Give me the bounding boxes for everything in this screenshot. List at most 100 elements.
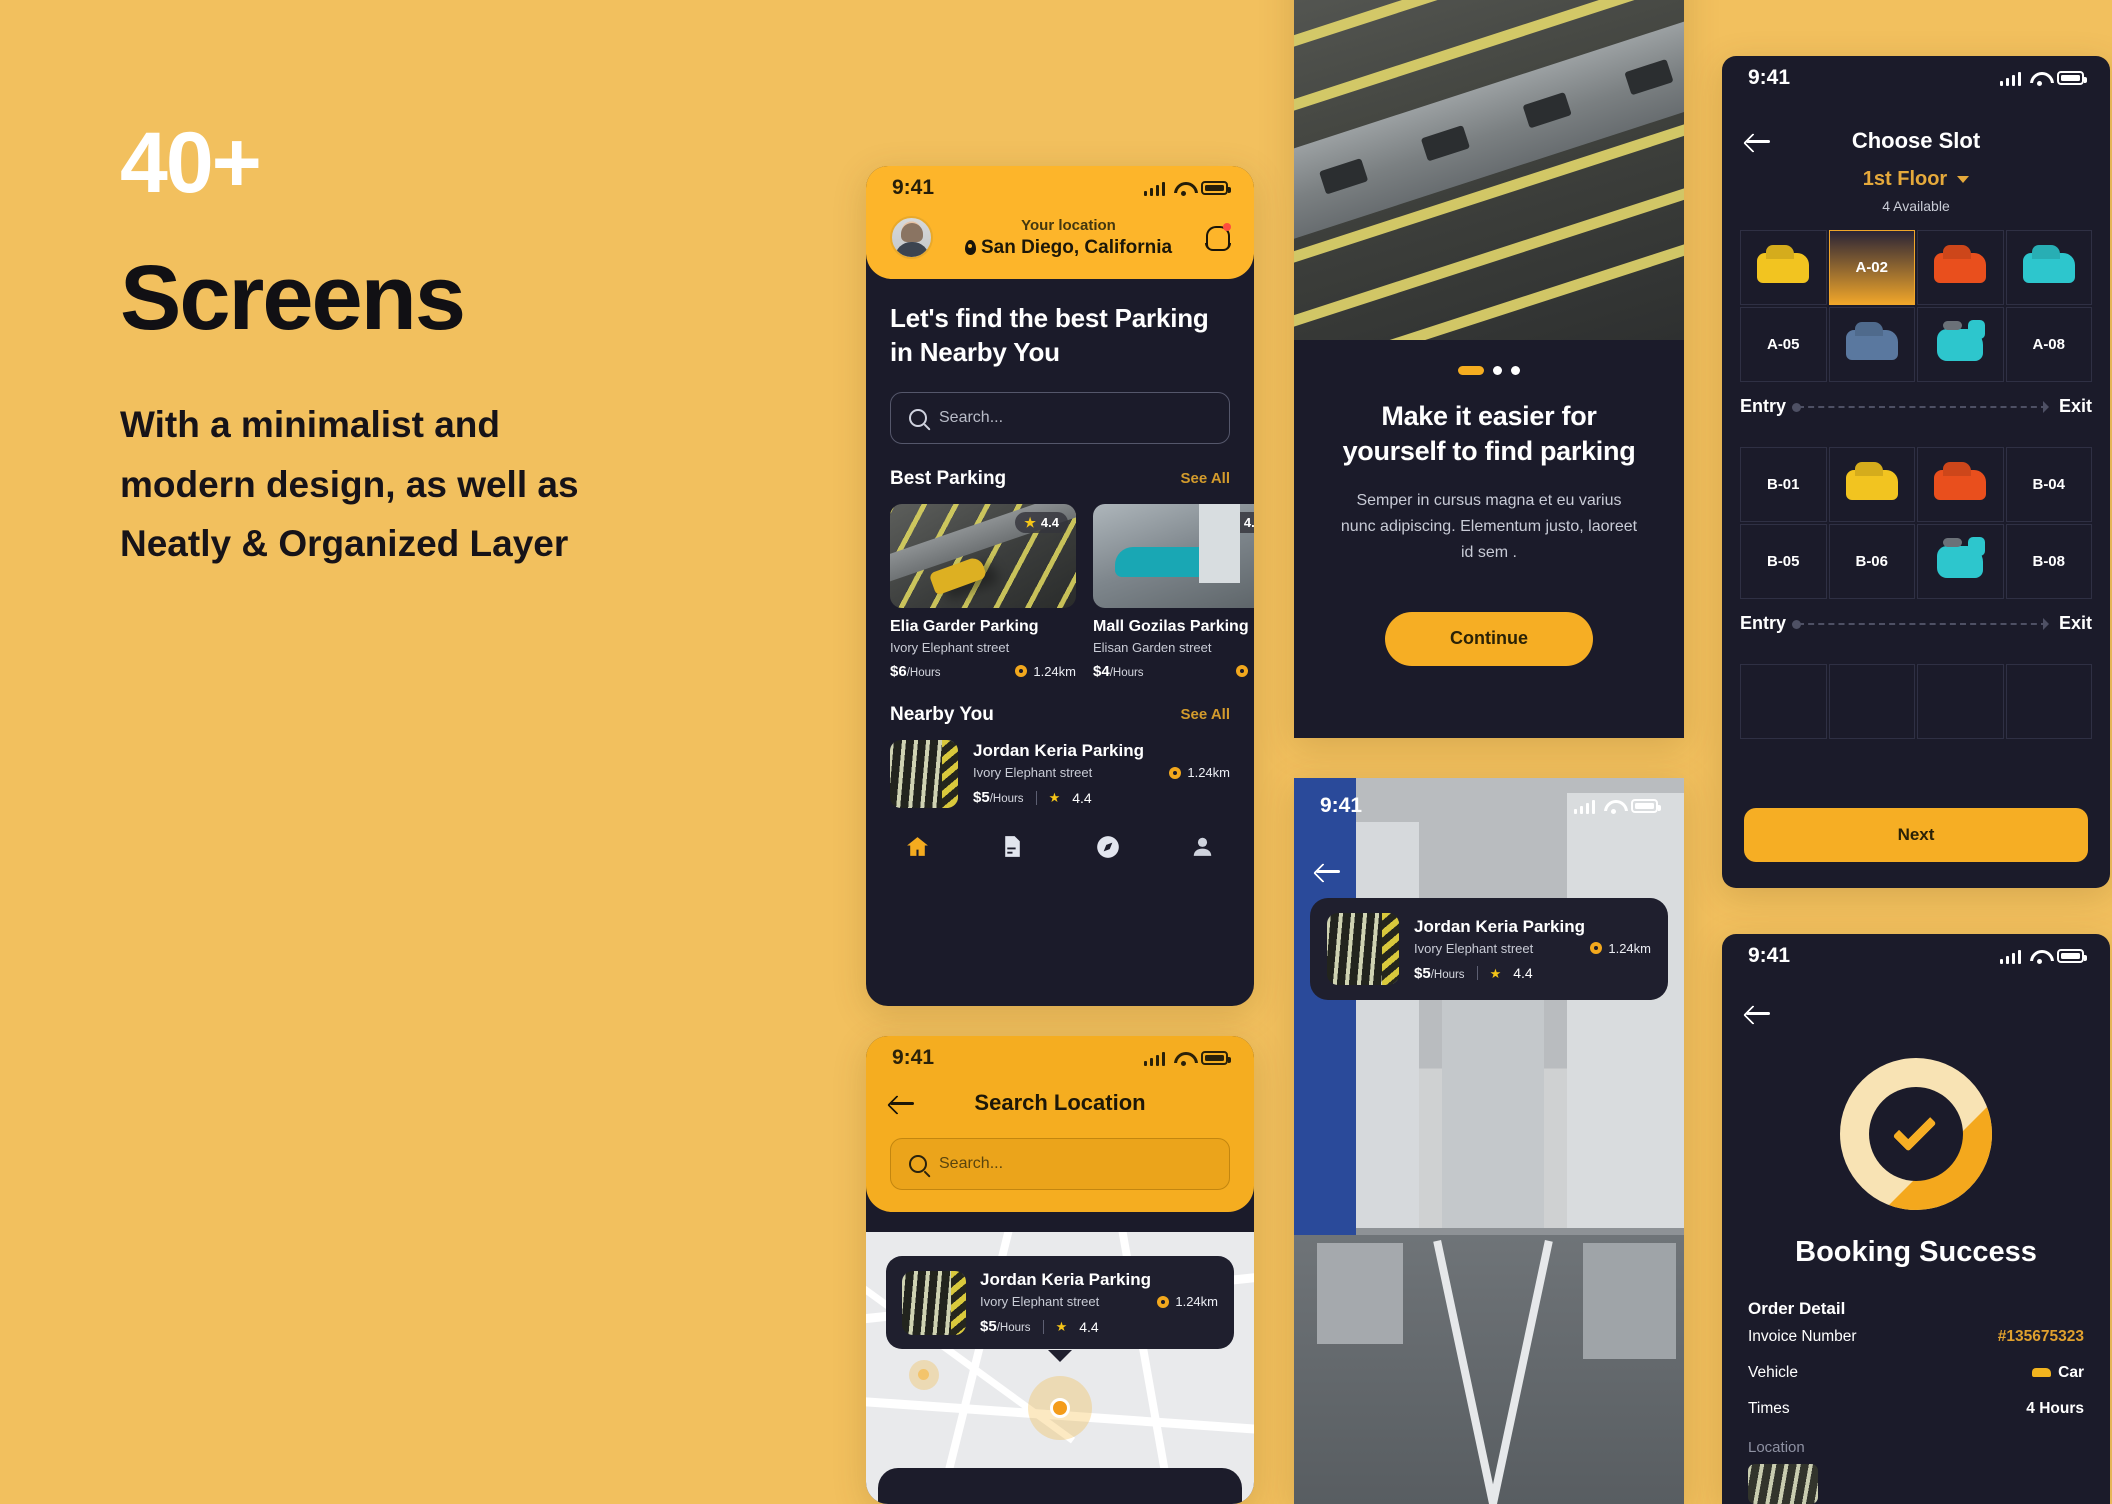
star-icon: ★ bbox=[1055, 1319, 1068, 1334]
parking-price: $5 bbox=[1414, 964, 1431, 982]
parking-name: Mall Gozilas Parking bbox=[1093, 617, 1249, 635]
status-bar: 9:41 bbox=[866, 1036, 1254, 1080]
parking-card[interactable]: ★ 4.4 Elia Garder Parking Ivory Elephant … bbox=[890, 503, 1076, 680]
location-value-row[interactable]: San Diego, California bbox=[943, 237, 1194, 259]
map-callout-card[interactable]: Jordan Keria Parking Ivory Elephant stre… bbox=[886, 1256, 1234, 1349]
back-arrow-icon[interactable] bbox=[1746, 132, 1772, 150]
battery-icon bbox=[1201, 1051, 1231, 1065]
see-all-link-best[interactable]: See All bbox=[1181, 470, 1230, 487]
slot-grid-b: B-01 B-04 B-05 B-06 B-08 bbox=[1722, 447, 2110, 599]
next-button[interactable]: Next bbox=[1744, 808, 2088, 862]
list-item[interactable]: Jordan Keria Parking Ivory Elephant stre… bbox=[890, 739, 1230, 808]
slot-cell[interactable] bbox=[1740, 230, 1827, 305]
slot-cell[interactable] bbox=[1917, 524, 2004, 599]
success-check-illustration bbox=[1840, 1058, 1992, 1210]
floor-selector[interactable]: 1st Floor bbox=[1863, 168, 1970, 191]
page-title: Search Location bbox=[974, 1090, 1146, 1115]
parking-distance: 1.24km bbox=[1608, 940, 1651, 956]
compass-icon bbox=[1096, 835, 1119, 858]
slot-cell[interactable]: B-08 bbox=[2005, 524, 2092, 599]
slot-cell-selected[interactable]: A-02 bbox=[1828, 230, 1915, 305]
street-callout-card[interactable]: Jordan Keria Parking Ivory Elephant stre… bbox=[1310, 898, 1668, 1000]
detail-row: Times 4 Hours bbox=[1722, 1391, 2110, 1427]
slot-cell[interactable] bbox=[1917, 230, 2004, 305]
continue-button[interactable]: Continue bbox=[1385, 611, 1593, 666]
success-inner-circle bbox=[1869, 1087, 1963, 1181]
parking-name: Jordan Keria Parking bbox=[980, 1270, 1152, 1289]
slot-cell[interactable] bbox=[1828, 307, 1915, 382]
location-label: Your location bbox=[1021, 216, 1116, 234]
cellular-signal-icon bbox=[1999, 71, 2021, 86]
status-bar: 9:41 bbox=[866, 166, 1254, 210]
slot-cell[interactable]: A-08 bbox=[2005, 307, 2092, 382]
detail-key: Times bbox=[1748, 1400, 1790, 1417]
slot-cell[interactable]: B-04 bbox=[2005, 447, 2092, 522]
avatar[interactable] bbox=[890, 216, 933, 259]
tab-profile[interactable] bbox=[1186, 832, 1220, 862]
parking-thumbnail: ★4.4 bbox=[890, 503, 1076, 608]
parking-card[interactable]: ★4.4 Mall Gozilas Parking Elisan Garden … bbox=[1093, 503, 1254, 680]
poster-canvas: 40+ Screens With a minimalist and modern… bbox=[0, 0, 2112, 1504]
search-field[interactable] bbox=[890, 1138, 1230, 1190]
slot-cell[interactable]: A-05 bbox=[1740, 307, 1827, 382]
parking-name: Jordan Keria Parking bbox=[1414, 916, 1586, 936]
parking-street: Elisan Garden street bbox=[1093, 639, 1212, 655]
slot-cell[interactable] bbox=[1828, 447, 1915, 522]
promo-line-3: Neatly & Organized Layer bbox=[120, 523, 569, 565]
slot-label: A-08 bbox=[2032, 336, 2065, 353]
map-marker-small[interactable] bbox=[908, 1359, 939, 1390]
slot-cell[interactable] bbox=[1828, 664, 1915, 739]
status-bar: 9:41 bbox=[1294, 784, 1684, 828]
page-title: Choose Slot bbox=[1851, 128, 1981, 153]
back-arrow-icon[interactable] bbox=[1316, 862, 1342, 880]
parking-price: $5 bbox=[980, 1318, 997, 1335]
parking-price: $5 bbox=[973, 789, 990, 807]
tab-home[interactable] bbox=[900, 832, 934, 862]
slot-cell[interactable] bbox=[1917, 447, 2004, 522]
cellular-signal-icon bbox=[1999, 949, 2021, 964]
slot-cell[interactable]: B-06 bbox=[1828, 524, 1915, 599]
slot-label: B-06 bbox=[1855, 553, 1888, 570]
see-all-link-nearby[interactable]: See All bbox=[1181, 706, 1230, 723]
back-arrow-icon[interactable] bbox=[1746, 1004, 1772, 1022]
carousel-dot[interactable] bbox=[1493, 366, 1502, 375]
street-building bbox=[1582, 1242, 1677, 1359]
parking-distance: 1.24km bbox=[1033, 663, 1076, 679]
profile-icon bbox=[1194, 837, 1212, 856]
slot-cell[interactable] bbox=[1917, 664, 2004, 739]
slot-cell[interactable] bbox=[2005, 664, 2092, 739]
carousel-dot[interactable] bbox=[1511, 366, 1520, 375]
bottom-sheet[interactable] bbox=[878, 1468, 1242, 1504]
onboarding-photo bbox=[1294, 0, 1684, 340]
star-icon: ★ bbox=[1048, 790, 1061, 806]
map-marker-selected[interactable] bbox=[1028, 1376, 1092, 1440]
slot-label: B-04 bbox=[2032, 476, 2065, 493]
promo-title: Screens bbox=[120, 247, 466, 349]
carousel-dot-active[interactable] bbox=[1458, 366, 1484, 375]
car-icon bbox=[1845, 329, 1898, 360]
car-icon bbox=[1757, 252, 1810, 283]
back-arrow-icon[interactable] bbox=[890, 1094, 916, 1112]
divider bbox=[1042, 1319, 1044, 1334]
slot-cell[interactable] bbox=[1917, 307, 2004, 382]
tab-bookings[interactable] bbox=[995, 832, 1029, 862]
search-input[interactable] bbox=[939, 408, 1211, 427]
slot-cell[interactable] bbox=[2005, 230, 2092, 305]
notification-bell-icon[interactable] bbox=[1204, 223, 1231, 252]
carousel-dots[interactable] bbox=[1338, 366, 1640, 375]
parking-price: $4 bbox=[1093, 662, 1110, 680]
map-canvas[interactable]: Jordan Keria Parking Ivory Elephant stre… bbox=[866, 1232, 1254, 1504]
slot-cell[interactable]: B-05 bbox=[1740, 524, 1827, 599]
tab-explore[interactable] bbox=[1091, 832, 1125, 862]
search-input[interactable] bbox=[939, 1155, 1211, 1173]
parking-price-unit: /Hours bbox=[989, 793, 1024, 806]
street-building bbox=[1356, 821, 1419, 1229]
check-icon bbox=[1892, 1107, 1937, 1152]
search-field[interactable] bbox=[890, 391, 1230, 444]
order-detail-heading: Order Detail bbox=[1748, 1299, 1846, 1318]
slot-cell[interactable]: B-01 bbox=[1740, 447, 1827, 522]
slot-label: B-08 bbox=[2032, 553, 2065, 570]
slot-cell[interactable] bbox=[1740, 664, 1827, 739]
distance-icon bbox=[1157, 1295, 1170, 1308]
document-icon bbox=[1005, 836, 1020, 858]
